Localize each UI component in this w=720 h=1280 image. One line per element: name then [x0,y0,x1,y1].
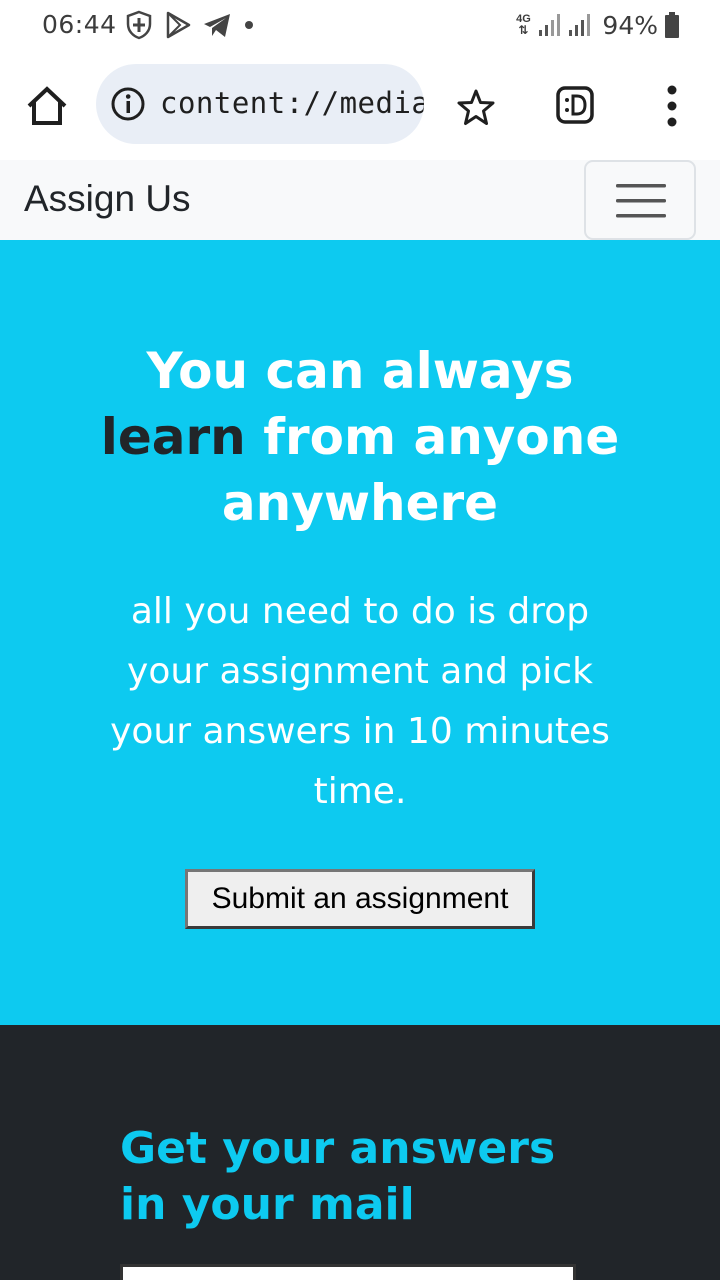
info-icon[interactable] [110,86,146,122]
more-vert-icon[interactable] [660,84,684,128]
play-store-icon [166,11,191,39]
signal-icon [569,14,591,36]
notification-icons [124,10,256,40]
footer-section: Get your answers in your mail [0,1025,720,1280]
submit-assignment-button[interactable]: Submit an assignment [185,869,535,929]
dot-icon [245,21,253,29]
shield-icon [126,10,152,40]
hamburger-icon [616,184,666,218]
hero-title-rest: from anyone anywhere [221,408,620,532]
email-input[interactable] [120,1264,576,1280]
browser-toolbar: content://media [0,52,720,160]
system-icons: 4G ⇅ 94% [514,8,680,42]
hero-title-line1: You can always [146,342,574,400]
status-bar: 06:44 4G ⇅ 94% [0,0,720,52]
bookmark-star-icon[interactable] [456,88,496,128]
hero-description: all you need to do is drop your assignme… [110,591,610,812]
navbar: Assign Us [0,160,720,240]
navbar-toggler-button[interactable] [584,160,696,240]
extension-icon[interactable] [556,86,594,124]
telegram-icon [204,14,230,37]
footer-title: Get your answers in your mail [120,1123,556,1230]
hero-title-highlight: learn [100,408,246,466]
hero-title: You can always learn from anyone anywher… [100,338,620,536]
network-type: 4G ⇅ [516,13,531,37]
url-text[interactable]: content://media [160,86,424,120]
home-icon[interactable] [24,84,70,128]
status-time: 06:44 [42,10,117,39]
battery-icon [665,12,679,38]
address-bar[interactable]: content://media [96,64,424,144]
battery-percent: 94% [602,10,658,40]
hero-section: You can always learn from anyone anywher… [0,240,720,1025]
signal-icon [539,14,561,36]
brand-link[interactable]: Assign Us [24,178,191,220]
